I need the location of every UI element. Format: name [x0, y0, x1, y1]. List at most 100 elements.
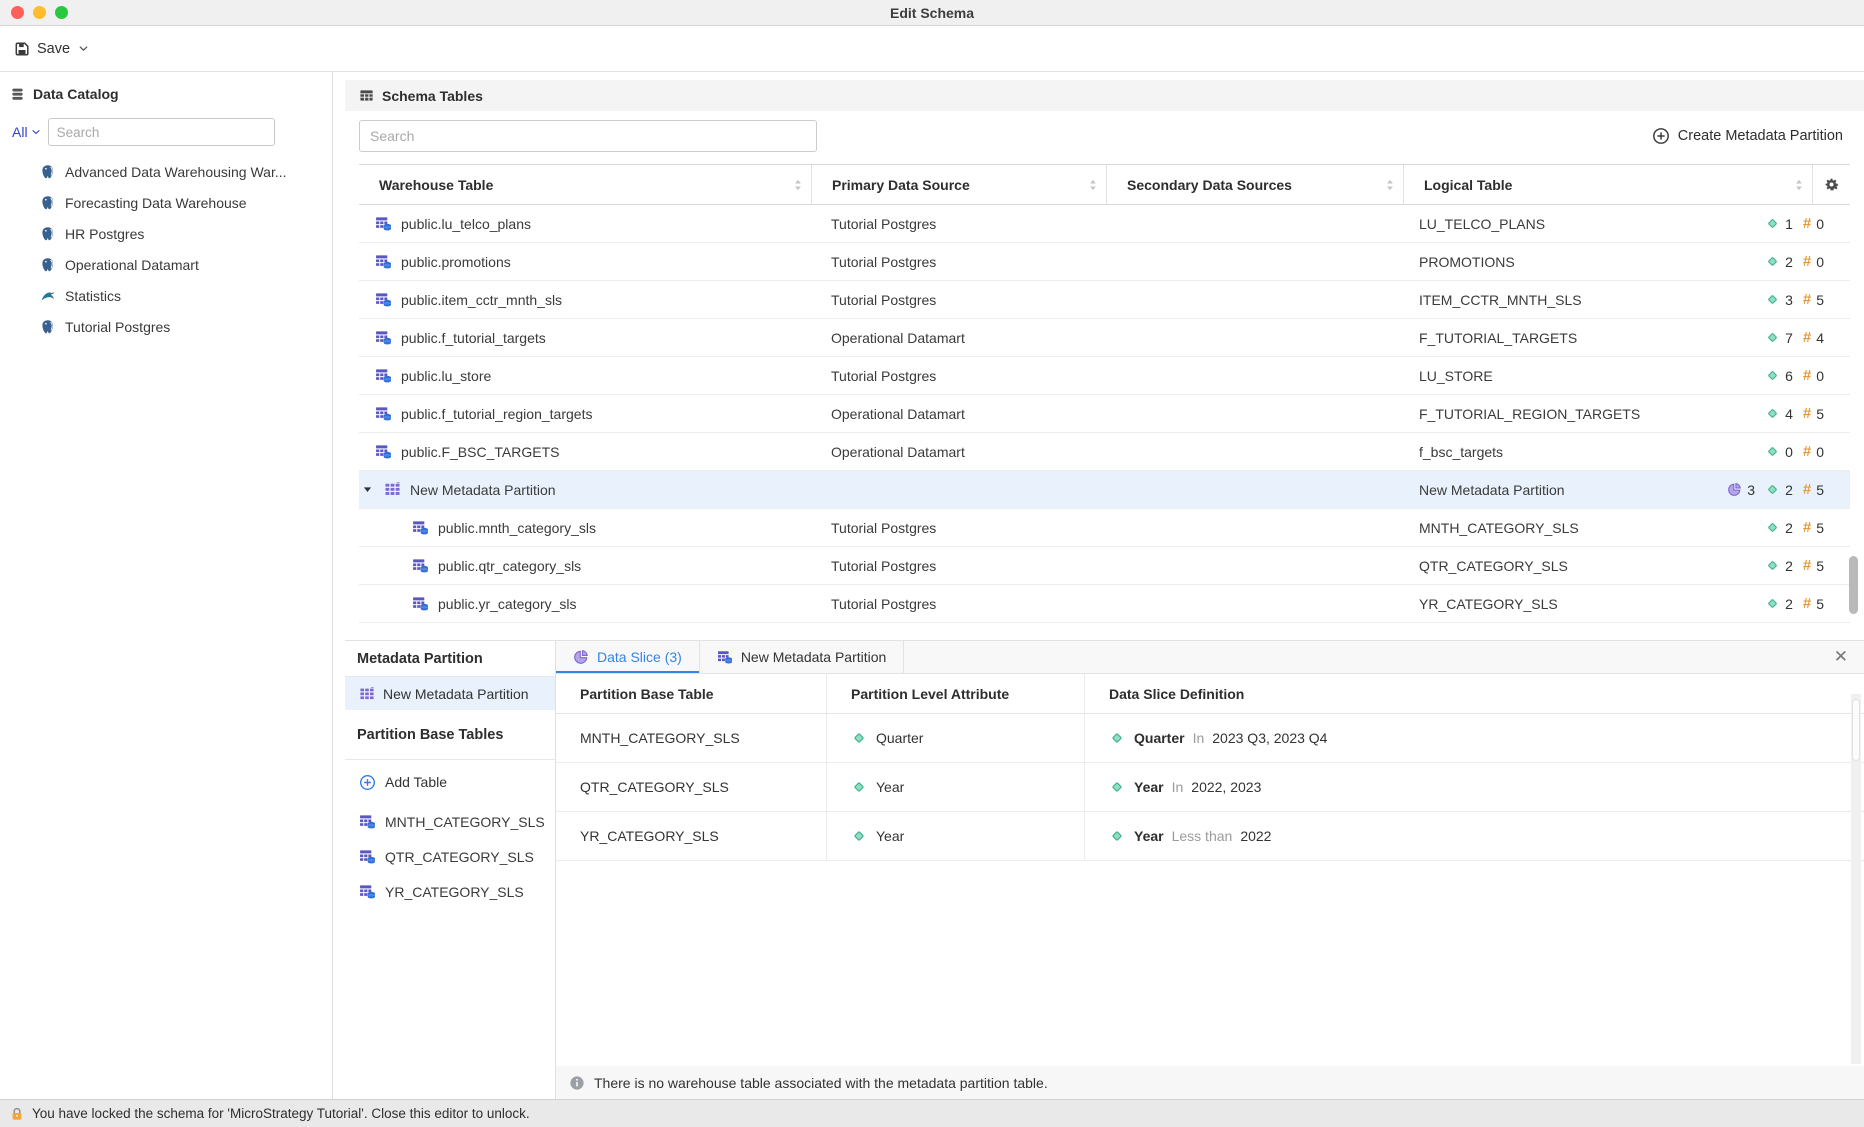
column-header-warehouse-table[interactable]: Warehouse Table — [359, 165, 811, 204]
column-header-logical-table[interactable]: Logical Table — [1403, 165, 1812, 204]
attribute-diamond-icon — [1765, 558, 1780, 573]
data-slice-row[interactable]: YR_CATEGORY_SLS Year Year Less than 2022 — [556, 812, 1864, 861]
warehouse-table-icon — [375, 329, 392, 346]
partition-base-table-item[interactable]: QTR_CATEGORY_SLS — [345, 839, 555, 874]
attribute-count: 6 — [1785, 368, 1793, 384]
warehouse-table-name: public.f_tutorial_targets — [401, 330, 546, 346]
sort-icon[interactable] — [1794, 177, 1804, 193]
sort-icon[interactable] — [793, 177, 803, 193]
object-counts: 3 # 5 — [1765, 291, 1824, 308]
filter-dropdown[interactable]: All — [12, 124, 42, 140]
data-slice-row[interactable]: MNTH_CATEGORY_SLS Quarter Quarter In 202… — [556, 714, 1864, 763]
slice-values: 2022 — [1240, 828, 1271, 844]
postgres-icon — [40, 319, 56, 335]
schema-table-header-row: Warehouse Table Primary Data Source Seco… — [359, 164, 1850, 205]
table-row[interactable]: public.qtr_category_sls Tutorial Postgre… — [359, 547, 1850, 585]
table-row[interactable]: public.lu_telco_plans Tutorial Postgres … — [359, 205, 1850, 243]
attribute-diamond-icon — [1765, 444, 1780, 459]
object-counts: 1 # 0 — [1765, 215, 1824, 232]
window-title: Edit Schema — [0, 5, 1864, 21]
partition-detail-panel: Data Slice (3) New Metadata Partition ✕ … — [556, 641, 1864, 1099]
data-source-item[interactable]: HR Postgres — [0, 218, 332, 249]
column-header-secondary-data-sources[interactable]: Secondary Data Sources — [1106, 165, 1403, 204]
attribute-count: 2 — [1785, 520, 1793, 536]
slice-values: 2023 Q3, 2023 Q4 — [1212, 730, 1327, 746]
schema-table-scrollbar-thumb[interactable] — [1849, 556, 1858, 614]
attribute-diamond-icon — [1109, 828, 1125, 844]
primary-data-source-cell: Tutorial Postgres — [811, 292, 1106, 308]
column-header-primary-data-source[interactable]: Primary Data Source — [811, 165, 1106, 204]
table-row[interactable]: public.f_tutorial_targets Operational Da… — [359, 319, 1850, 357]
fact-count-badge: # 5 — [1803, 405, 1824, 422]
slice-operator: Less than — [1172, 828, 1233, 844]
warehouse-table-icon — [359, 883, 376, 900]
data-source-item[interactable]: Advanced Data Warehousing War... — [0, 156, 332, 187]
data-slice-row[interactable]: QTR_CATEGORY_SLS Year Year In 2022, 2023 — [556, 763, 1864, 812]
attribute-count-badge: 3 — [1765, 292, 1793, 308]
add-table-button[interactable]: Add Table — [345, 760, 555, 804]
logical-table-name: F_TUTORIAL_REGION_TARGETS — [1419, 406, 1640, 422]
attribute-diamond-icon — [1765, 330, 1780, 345]
catalog-search-input[interactable] — [48, 118, 275, 146]
postgres-icon — [40, 195, 56, 211]
lock-icon — [9, 1106, 25, 1122]
fact-count-badge: # 0 — [1803, 215, 1824, 232]
attribute-count-badge: 2 — [1765, 558, 1793, 574]
attribute-count: 7 — [1785, 330, 1793, 346]
attribute-count-badge: 0 — [1765, 444, 1793, 460]
save-button[interactable]: Save — [14, 41, 90, 57]
create-metadata-partition-button[interactable]: Create Metadata Partition — [1652, 127, 1843, 145]
fact-hash-icon: # — [1803, 253, 1811, 270]
slice-operator: In — [1172, 779, 1184, 795]
close-panel-button[interactable]: ✕ — [1834, 641, 1864, 673]
schema-tables-header: Schema Tables — [345, 80, 1864, 111]
tab-data-slice[interactable]: Data Slice (3) — [556, 641, 700, 673]
column-settings-button[interactable] — [1812, 165, 1850, 204]
table-row[interactable]: public.mnth_category_sls Tutorial Postgr… — [359, 509, 1850, 547]
sort-icon[interactable] — [1088, 177, 1098, 193]
data-source-item[interactable]: Tutorial Postgres — [0, 311, 332, 342]
logical-table-name: LU_TELCO_PLANS — [1419, 216, 1545, 232]
slice-values: 2022, 2023 — [1191, 779, 1261, 795]
attribute-count-badge: 7 — [1765, 330, 1793, 346]
table-row[interactable]: public.lu_store Tutorial Postgres LU_STO… — [359, 357, 1850, 395]
logical-table-name: LU_STORE — [1419, 368, 1493, 384]
table-row[interactable]: public.item_cctr_mnth_sls Tutorial Postg… — [359, 281, 1850, 319]
primary-data-source-cell: Operational Datamart — [811, 330, 1106, 346]
selected-partition-item[interactable]: New Metadata Partition — [345, 677, 555, 710]
fact-count: 5 — [1816, 596, 1824, 612]
fact-count: 0 — [1816, 368, 1824, 384]
partition-panel-scrollbar-thumb[interactable] — [1852, 699, 1860, 761]
fact-count: 0 — [1816, 254, 1824, 270]
table-row[interactable]: public.promotions Tutorial Postgres PROM… — [359, 243, 1850, 281]
tab-new-metadata-partition[interactable]: New Metadata Partition — [700, 641, 905, 673]
data-source-item[interactable]: Statistics — [0, 280, 332, 311]
attribute-count: 1 — [1785, 216, 1793, 232]
column-header-partition-level-attribute: Partition Level Attribute — [826, 674, 1084, 713]
table-row[interactable]: New Metadata Partition New Metadata Part… — [359, 471, 1850, 509]
chevron-down-icon — [30, 126, 42, 138]
attribute-diamond-icon — [1765, 292, 1780, 307]
table-row[interactable]: public.yr_category_sls Tutorial Postgres… — [359, 585, 1850, 623]
collapse-caret[interactable] — [359, 483, 375, 496]
data-source-item[interactable]: Operational Datamart — [0, 249, 332, 280]
warehouse-table-name: public.lu_telco_plans — [401, 216, 531, 232]
table-row[interactable]: public.F_BSC_TARGETS Operational Datamar… — [359, 433, 1850, 471]
table-row[interactable]: public.f_tutorial_region_targets Operati… — [359, 395, 1850, 433]
logical-table-name: ITEM_CCTR_MNTH_SLS — [1419, 292, 1582, 308]
fact-hash-icon: # — [1803, 443, 1811, 460]
object-counts: 2 # 5 — [1765, 519, 1824, 536]
partition-base-table-item[interactable]: MNTH_CATEGORY_SLS — [345, 804, 555, 839]
sort-icon[interactable] — [1385, 177, 1395, 193]
slice-base-table: QTR_CATEGORY_SLS — [556, 763, 826, 811]
warehouse-table-name: New Metadata Partition — [410, 482, 556, 498]
chevron-down-icon[interactable] — [77, 42, 90, 55]
window-titlebar: Edit Schema — [0, 0, 1864, 26]
schema-tables-search-input[interactable] — [359, 120, 817, 152]
data-catalog-title: Data Catalog — [33, 86, 119, 102]
warehouse-table-name: public.item_cctr_mnth_sls — [401, 292, 562, 308]
partition-base-table-item[interactable]: YR_CATEGORY_SLS — [345, 874, 555, 909]
main-toolbar: Save — [0, 26, 1864, 72]
data-source-item[interactable]: Forecasting Data Warehouse — [0, 187, 332, 218]
close-icon: ✕ — [1834, 647, 1848, 667]
